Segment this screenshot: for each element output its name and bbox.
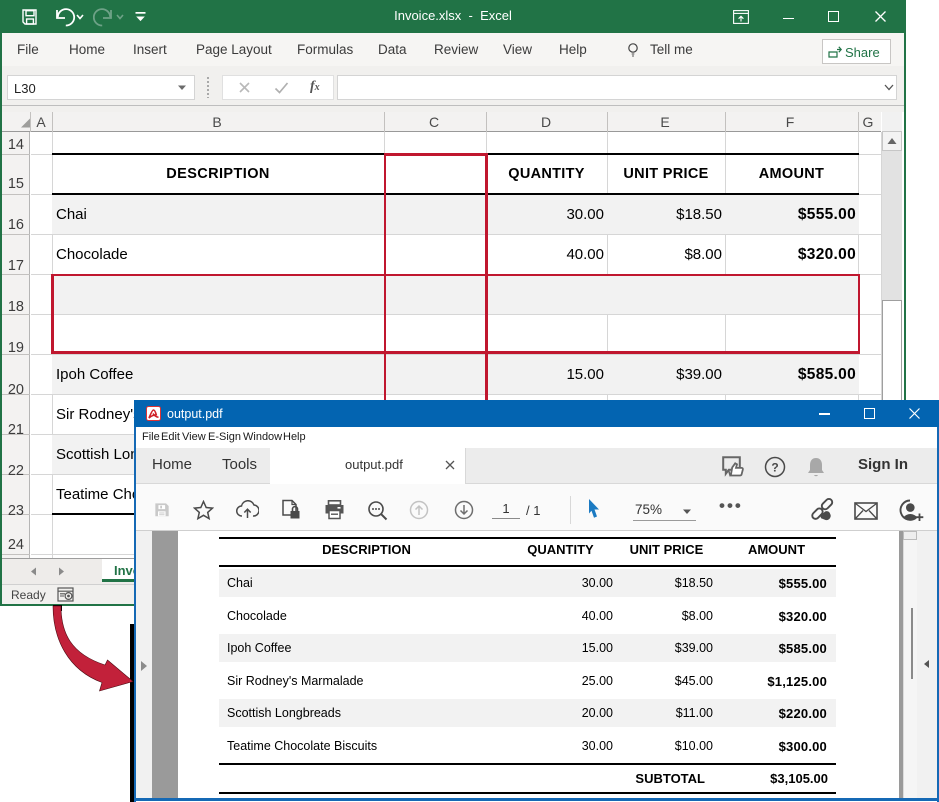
svg-text:?: ?	[771, 461, 778, 475]
